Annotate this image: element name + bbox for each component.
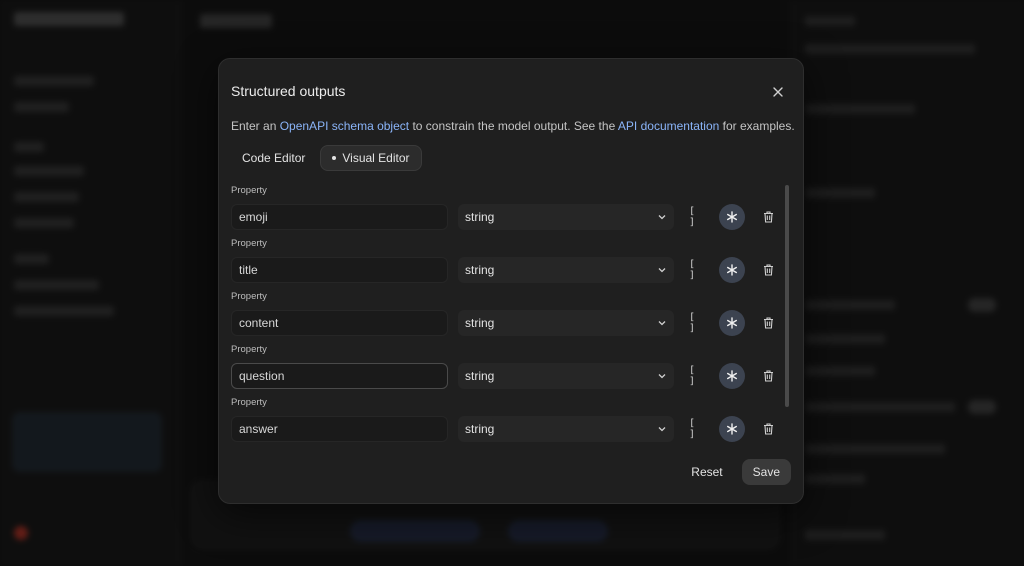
asterisk-icon — [727, 264, 737, 276]
dialog-footer: Reset Save — [680, 459, 791, 485]
chevron-down-icon — [658, 321, 666, 326]
editor-tabs: Code Editor Visual Editor — [231, 145, 422, 171]
trash-icon — [763, 370, 773, 382]
property-row: Property title string [ ] — [231, 236, 773, 289]
property-label: Property — [231, 238, 267, 249]
tab-label: Visual Editor — [342, 151, 410, 165]
trash-icon — [763, 317, 773, 329]
property-label: Property — [231, 344, 267, 355]
type-value: string — [465, 316, 495, 330]
trash-icon — [763, 211, 773, 223]
property-type-select[interactable]: string — [458, 257, 674, 283]
required-toggle-button[interactable] — [719, 416, 745, 442]
property-row: Property question string [ ] — [231, 342, 773, 395]
property-name-input[interactable]: content — [231, 310, 448, 336]
asterisk-icon — [727, 211, 737, 223]
tab-visual-editor[interactable]: Visual Editor — [320, 145, 422, 171]
property-row: Property answer string [ ] — [231, 395, 773, 448]
chevron-down-icon — [658, 427, 666, 432]
type-value: string — [465, 369, 495, 383]
chevron-down-icon — [658, 268, 666, 273]
delete-property-button[interactable] — [759, 261, 777, 279]
api-documentation-link[interactable]: API documentation — [618, 119, 719, 133]
delete-property-button[interactable] — [759, 420, 777, 438]
openapi-schema-link[interactable]: OpenAPI schema object — [280, 119, 409, 133]
property-label: Property — [231, 291, 267, 302]
required-toggle-button[interactable] — [719, 363, 745, 389]
required-toggle-button[interactable] — [719, 204, 745, 230]
description-text: Enter an — [231, 119, 280, 133]
property-row: Property content string [ ] — [231, 289, 773, 342]
structured-outputs-dialog: Structured outputs Enter an OpenAPI sche… — [218, 58, 804, 504]
tab-code-editor[interactable]: Code Editor — [231, 145, 316, 171]
type-value: string — [465, 263, 495, 277]
delete-property-button[interactable] — [759, 367, 777, 385]
trash-icon — [763, 423, 773, 435]
description-text: to constrain the model output. See the — [409, 119, 618, 133]
type-value: string — [465, 210, 495, 224]
array-toggle-button[interactable]: [ ] — [689, 259, 707, 281]
array-toggle-button[interactable]: [ ] — [689, 365, 707, 387]
close-icon — [773, 87, 783, 97]
chevron-down-icon — [658, 215, 666, 220]
property-name-input[interactable]: emoji — [231, 204, 448, 230]
property-type-select[interactable]: string — [458, 416, 674, 442]
trash-icon — [763, 264, 773, 276]
property-type-select[interactable]: string — [458, 310, 674, 336]
property-label: Property — [231, 185, 267, 196]
tab-label: Code Editor — [242, 151, 306, 165]
property-name-input[interactable]: answer — [231, 416, 448, 442]
property-name-input[interactable]: title — [231, 257, 448, 283]
delete-property-button[interactable] — [759, 208, 777, 226]
array-toggle-button[interactable]: [ ] — [689, 418, 707, 440]
property-list-scrollbar[interactable] — [785, 185, 789, 407]
dialog-title: Structured outputs — [231, 83, 346, 99]
save-button[interactable]: Save — [741, 459, 791, 485]
asterisk-icon — [727, 317, 737, 329]
description-text: for examples. — [719, 119, 795, 133]
chevron-down-icon — [658, 374, 666, 379]
delete-property-button[interactable] — [759, 314, 777, 332]
close-button[interactable] — [767, 81, 789, 103]
array-toggle-button[interactable]: [ ] — [689, 312, 707, 334]
array-toggle-button[interactable]: [ ] — [689, 206, 707, 228]
property-label: Property — [231, 397, 267, 408]
property-row: Property emoji string [ ] — [231, 183, 773, 236]
required-toggle-button[interactable] — [719, 257, 745, 283]
property-type-select[interactable]: string — [458, 204, 674, 230]
property-name-input[interactable]: question — [231, 363, 448, 389]
asterisk-icon — [727, 370, 737, 382]
reset-button[interactable]: Reset — [680, 459, 733, 485]
asterisk-icon — [727, 423, 737, 435]
type-value: string — [465, 422, 495, 436]
dialog-description: Enter an OpenAPI schema object to constr… — [231, 119, 795, 133]
property-list: Property emoji string [ ] Property title… — [231, 183, 773, 448]
active-dot-icon — [332, 156, 337, 160]
required-toggle-button[interactable] — [719, 310, 745, 336]
property-type-select[interactable]: string — [458, 363, 674, 389]
